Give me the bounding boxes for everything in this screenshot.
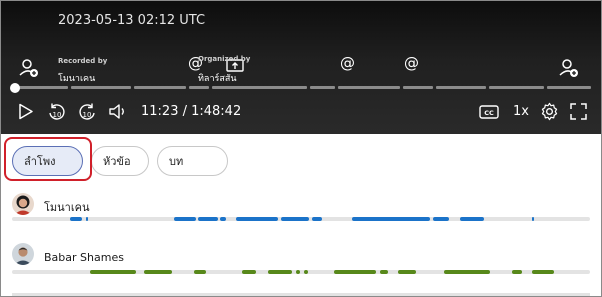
playback-speed-button[interactable]: 1x	[513, 104, 529, 119]
speaker-timeline[interactable]	[12, 217, 590, 221]
organized-by-name: ทิลาร์สสัน	[198, 74, 237, 84]
volume-icon[interactable]	[108, 103, 128, 120]
at-icon[interactable]: @	[340, 54, 355, 72]
rewind-10-icon[interactable]: 10	[47, 102, 67, 122]
tab-topics[interactable]: หัวข้อ	[91, 146, 149, 176]
speaker-row[interactable]: โมนาเคน	[0, 190, 602, 240]
svg-text:CC: CC	[484, 109, 494, 117]
selection-highlight	[4, 137, 92, 181]
organized-by-label: Organized by	[198, 55, 251, 63]
speaker-timeline[interactable]	[12, 270, 590, 274]
avatar	[12, 193, 34, 215]
progress-track[interactable]	[13, 86, 591, 90]
forward-10-icon[interactable]: 10	[77, 102, 97, 122]
avatar	[12, 243, 34, 265]
settings-icon[interactable]	[540, 102, 559, 121]
tab-chapters[interactable]: บท	[157, 146, 228, 176]
play-icon[interactable]	[18, 103, 34, 120]
captions-icon[interactable]: CC	[479, 104, 499, 120]
recording-timestamp: 2023-05-13 02:12 UTC	[58, 13, 206, 28]
recorded-by-name: โมนาเคน	[58, 74, 96, 84]
add-person-icon[interactable]	[559, 58, 579, 78]
progress-handle[interactable]	[10, 83, 20, 93]
speaker-name: Babar Shames	[44, 251, 124, 264]
speaker-name: โมนาเคน	[44, 201, 90, 214]
speaker-row[interactable]: Babar Shames	[0, 240, 602, 290]
add-person-icon[interactable]	[19, 58, 39, 78]
svg-text:10: 10	[53, 111, 62, 119]
at-icon[interactable]: @	[404, 54, 419, 72]
video-player: 2023-05-13 02:12 UTC Recorded by โมนาเคน…	[1, 1, 601, 134]
playback-time: 11:23 / 1:48:42	[141, 104, 242, 119]
recorded-by-label: Recorded by	[58, 57, 108, 65]
divider	[12, 293, 590, 296]
svg-text:10: 10	[83, 111, 92, 119]
fullscreen-icon[interactable]	[570, 103, 587, 120]
